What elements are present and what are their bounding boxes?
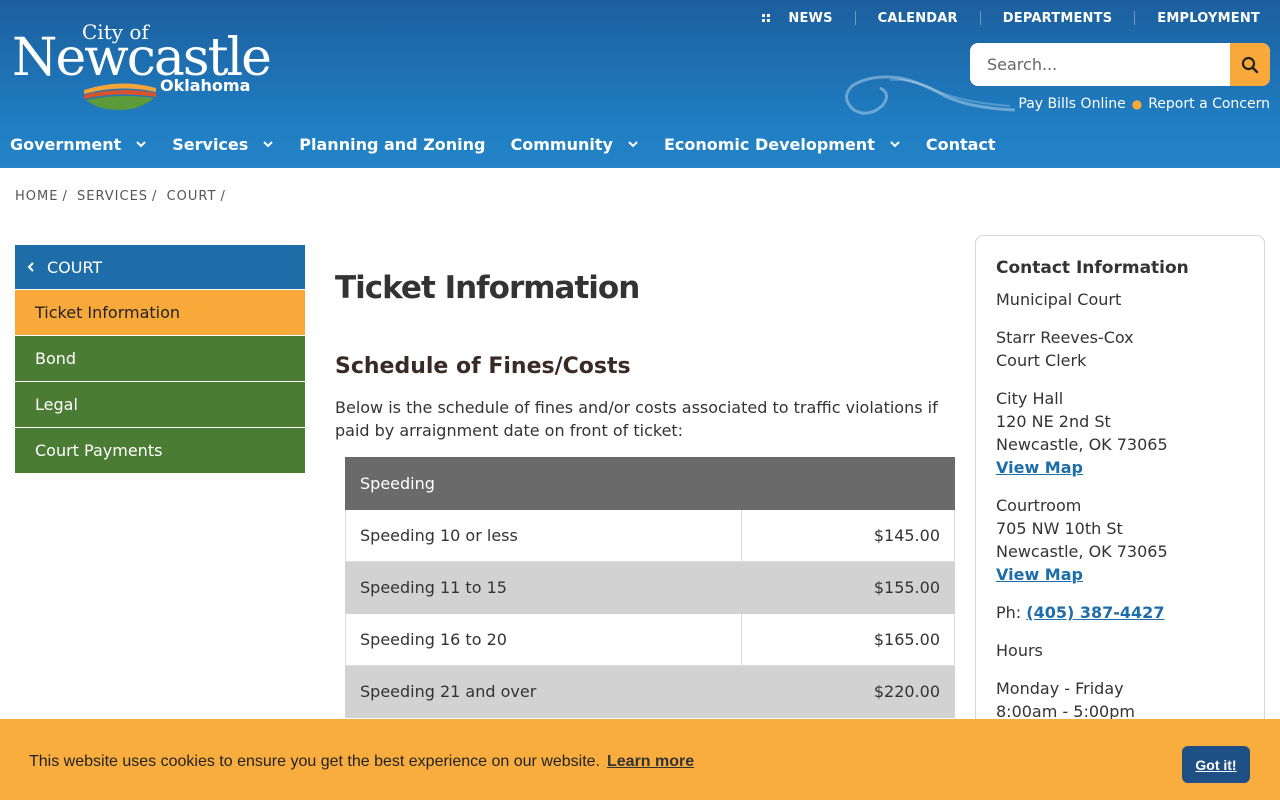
grid-icon[interactable] xyxy=(760,12,772,24)
nav-label: Services xyxy=(172,134,249,154)
fine-label: Speeding 11 to 15 xyxy=(345,561,742,614)
utility-nav: NEWS CALENDAR DEPARTMENTS EMPLOYMENT xyxy=(760,10,1260,26)
bullet-dot-icon: ● xyxy=(1131,97,1143,111)
hours-days: Monday - Friday xyxy=(996,679,1124,698)
main-content: Ticket Information Schedule of Fines/Cos… xyxy=(335,270,955,442)
sidebar-item-label: Bond xyxy=(35,349,77,368)
nav-label: Government xyxy=(10,134,122,154)
contact-card: Contact Information Municipal Court Star… xyxy=(975,235,1265,755)
contact-heading: Contact Information xyxy=(996,258,1189,278)
location-city: Newcastle, OK 73065 xyxy=(996,435,1168,454)
divider xyxy=(1134,11,1136,25)
breadcrumb-services[interactable]: SERVICES xyxy=(77,189,148,204)
divider xyxy=(854,11,856,25)
chevron-down-icon xyxy=(890,141,900,148)
table-row: Speeding 21 and over $220.00 xyxy=(345,665,955,718)
site-header: City of Newcastle Oklahoma NEWS CALENDAR… xyxy=(0,0,1280,168)
fine-amount: $145.00 xyxy=(741,509,955,562)
sidebar-item-legal[interactable]: Legal xyxy=(15,382,305,428)
city-logo[interactable]: City of Newcastle Oklahoma xyxy=(12,20,272,112)
view-map-link[interactable]: View Map xyxy=(996,565,1083,584)
nav-label: Community xyxy=(510,134,613,154)
breadcrumb-home[interactable]: HOME xyxy=(15,189,58,204)
table-header: Speeding xyxy=(345,457,955,510)
contact-person-name: Starr Reeves-Cox xyxy=(996,328,1134,347)
location-city: Newcastle, OK 73065 xyxy=(996,542,1168,561)
sidebar-item-ticket-information[interactable]: Ticket Information xyxy=(15,290,305,336)
fine-amount: $165.00 xyxy=(741,613,955,666)
fine-label: Speeding 16 to 20 xyxy=(345,613,742,666)
sidebar-item-label: Legal xyxy=(35,395,78,414)
search-button[interactable] xyxy=(1230,43,1270,86)
sidebar-back-court[interactable]: COURT xyxy=(15,245,305,290)
util-link-departments[interactable]: DEPARTMENTS xyxy=(1003,11,1113,26)
nav-item-community[interactable]: Community xyxy=(511,135,639,154)
fines-table: Speeding Speeding 10 or less $145.00 Spe… xyxy=(345,457,955,718)
phone-label: Ph: xyxy=(996,603,1022,622)
learn-more-link[interactable]: Learn more xyxy=(607,753,694,771)
table-header-row: Speeding xyxy=(345,457,955,510)
fine-label: Speeding 21 and over xyxy=(345,665,742,718)
report-concern-link[interactable]: Report a Concern xyxy=(1148,96,1270,112)
table-row: Speeding 10 or less $145.00 xyxy=(345,509,955,562)
fine-label: Speeding 10 or less xyxy=(345,509,742,562)
location-street: 705 NW 10th St xyxy=(996,519,1123,538)
page-title: Ticket Information xyxy=(335,270,640,306)
nav-item-government[interactable]: Government xyxy=(10,135,147,154)
section-sidebar: COURT Ticket Information Bond Legal Cour… xyxy=(15,245,305,474)
sidebar-item-court-payments[interactable]: Court Payments xyxy=(15,428,305,474)
location-street: 120 NE 2nd St xyxy=(996,412,1111,431)
location-name: City Hall xyxy=(996,389,1064,408)
cookie-message: This website uses cookies to ensure you … xyxy=(29,753,600,770)
fine-amount: $155.00 xyxy=(741,561,955,614)
chevron-down-icon xyxy=(136,141,146,148)
chevron-down-icon xyxy=(263,141,274,148)
breadcrumb-court[interactable]: COURT xyxy=(167,189,217,204)
location-name: Courtroom xyxy=(996,496,1082,515)
search-icon xyxy=(1241,56,1259,73)
util-link-employment[interactable]: EMPLOYMENT xyxy=(1157,11,1260,26)
contact-person-title: Court Clerk xyxy=(996,351,1087,370)
util-link-news[interactable]: NEWS xyxy=(788,11,832,26)
view-map-link[interactable]: View Map xyxy=(996,458,1083,477)
nav-item-contact[interactable]: Contact xyxy=(926,135,996,154)
util-link-calendar[interactable]: CALENDAR xyxy=(878,11,958,26)
nav-label: Contact xyxy=(925,134,996,154)
department-name: Municipal Court xyxy=(996,290,1122,309)
table-row: Speeding 11 to 15 $155.00 xyxy=(345,561,955,614)
pay-bills-link[interactable]: Pay Bills Online xyxy=(1018,96,1125,112)
logo-line3: Oklahoma xyxy=(160,76,251,95)
nav-item-services[interactable]: Services xyxy=(172,135,274,154)
cookie-banner: This website uses cookies to ensure you … xyxy=(0,719,1280,800)
quick-links: Pay Bills Online ● Report a Concern xyxy=(1018,96,1270,112)
chevron-left-icon xyxy=(27,262,34,272)
nav-item-planning-zoning[interactable]: Planning and Zoning xyxy=(299,135,485,154)
intro-paragraph: Below is the schedule of fines and/or co… xyxy=(335,398,938,440)
breadcrumb: HOME / SERVICES / COURT / xyxy=(15,189,226,204)
sidebar-heading: COURT xyxy=(47,257,103,277)
phone-link[interactable]: (405) 387-4427 xyxy=(1026,603,1164,622)
sidebar-item-label: Court Payments xyxy=(35,441,163,460)
nav-item-economic-development[interactable]: Economic Development xyxy=(664,135,901,154)
sidebar-item-bond[interactable]: Bond xyxy=(15,336,305,382)
table-row: Speeding 16 to 20 $165.00 xyxy=(345,613,955,666)
chevron-down-icon xyxy=(628,141,638,148)
hours-label: Hours xyxy=(996,641,1043,660)
decorative-swirl-icon xyxy=(845,75,1016,115)
nav-label: Economic Development xyxy=(663,134,875,154)
divider xyxy=(979,11,981,25)
logo-hills-icon xyxy=(84,83,156,110)
nav-label: Planning and Zoning xyxy=(299,134,486,154)
main-nav: Government Services Planning and Zoning … xyxy=(10,132,1021,156)
section-heading: Schedule of Fines/Costs xyxy=(335,354,631,379)
accept-cookies-button[interactable]: Got it! xyxy=(1182,746,1250,783)
fine-amount: $220.00 xyxy=(741,665,955,718)
sidebar-item-label: Ticket Information xyxy=(35,303,181,322)
